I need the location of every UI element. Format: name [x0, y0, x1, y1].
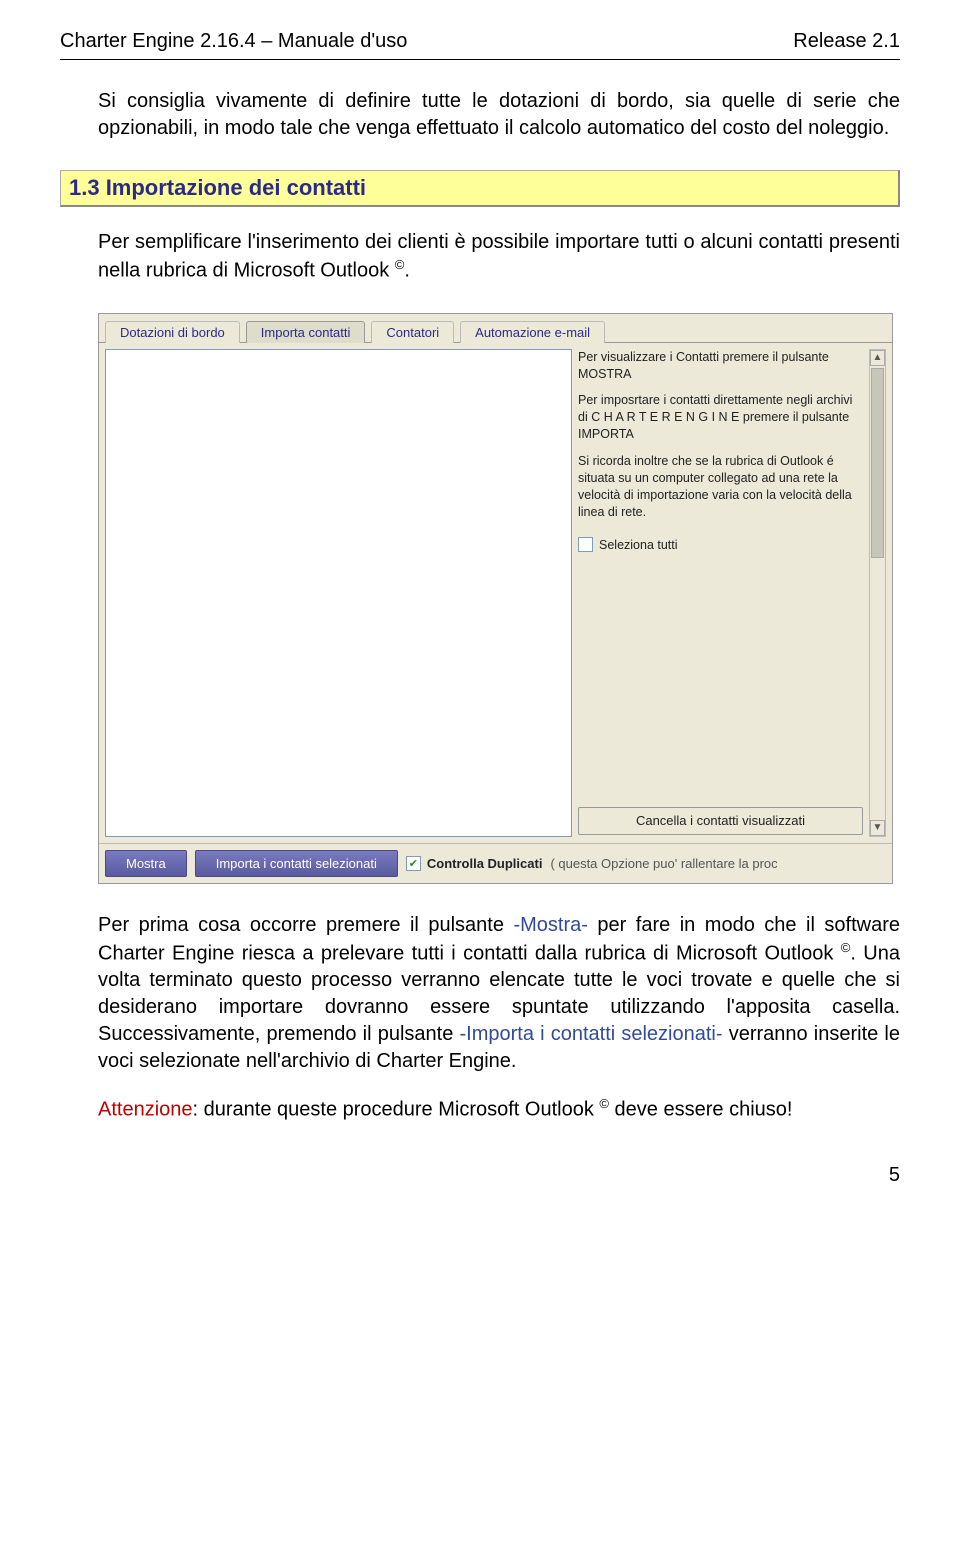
- select-all-checkbox[interactable]: [578, 537, 593, 552]
- tab-dotazioni[interactable]: Dotazioni di bordo: [105, 321, 240, 343]
- scroll-up-icon[interactable]: ▲: [870, 350, 885, 366]
- header-underline: [60, 59, 900, 60]
- section-para-post: .: [404, 260, 410, 282]
- mostra-button[interactable]: Mostra: [105, 850, 187, 877]
- tabs-row: Dotazioni di bordo Importa contatti Cont…: [99, 314, 892, 343]
- warning-post: deve essere chiuso!: [609, 1099, 792, 1121]
- warning-pre: : durante queste procedure Microsoft Out…: [193, 1099, 600, 1121]
- side-panel: Per visualizzare i Contatti premere il p…: [578, 349, 863, 837]
- side-text-3: Si ricorda inoltre che se la rubrica di …: [578, 453, 863, 521]
- section-paragraph: Per semplificare l'inserimento dei clien…: [98, 229, 900, 285]
- importa-selezionati-button[interactable]: Importa i contatti selezionati: [195, 850, 398, 877]
- tab-contatori[interactable]: Contatori: [371, 321, 454, 343]
- importa-highlight: -Importa i contatti selezionati-: [460, 1023, 723, 1045]
- tab-automazione-email[interactable]: Automazione e-mail: [460, 321, 605, 343]
- scroll-thumb[interactable]: [871, 368, 884, 558]
- screenshot-body: Per visualizzare i Contatti premere il p…: [99, 343, 892, 843]
- page-number: 5: [60, 1164, 900, 1187]
- side-text-1: Per visualizzare i Contatti premere il p…: [578, 349, 863, 383]
- duplicati-checkbox[interactable]: ✔: [406, 856, 421, 871]
- header-left: Charter Engine 2.16.4 – Manuale d'uso: [60, 30, 407, 53]
- page-header: Charter Engine 2.16.4 – Manuale d'uso Re…: [60, 30, 900, 53]
- select-all-label: Seleziona tutti: [599, 537, 678, 554]
- screenshot-footer: Mostra Importa i contatti selezionati ✔ …: [99, 843, 892, 883]
- tab-importa-contatti[interactable]: Importa contatti: [246, 321, 366, 343]
- intro-paragraph: Si consiglia vivamente di definire tutte…: [98, 88, 900, 142]
- copyright-sup-2: ©: [841, 940, 851, 955]
- side-text-2: Per imposrtare i contatti direttamente n…: [578, 392, 863, 443]
- cancel-visualized-button[interactable]: Cancella i contatti visualizzati: [578, 807, 863, 835]
- copyright-sup: ©: [395, 257, 405, 272]
- page-container: Charter Engine 2.16.4 – Manuale d'uso Re…: [0, 0, 960, 1227]
- scroll-down-icon[interactable]: ▼: [870, 820, 885, 836]
- mostra-highlight: -Mostra-: [513, 914, 587, 936]
- duplicati-row: ✔ Controlla Duplicati: [406, 850, 543, 877]
- explanation-paragraph: Per prima cosa occorre premere il pulsan…: [98, 912, 900, 1076]
- header-right: Release 2.1: [793, 30, 900, 53]
- p2-pre: Per prima cosa occorre premere il pulsan…: [98, 914, 513, 936]
- warning-label: Attenzione: [98, 1099, 193, 1121]
- duplicati-note: ( questa Opzione puo' rallentare la proc: [550, 850, 777, 877]
- copyright-sup-3: ©: [599, 1096, 609, 1111]
- vertical-scrollbar[interactable]: ▲ ▼: [869, 349, 886, 837]
- app-screenshot: Dotazioni di bordo Importa contatti Cont…: [98, 313, 893, 884]
- select-all-row: Seleziona tutti: [578, 537, 863, 554]
- section-para-pre: Per semplificare l'inserimento dei clien…: [98, 231, 900, 282]
- contacts-list-panel[interactable]: [105, 349, 572, 837]
- warning-paragraph: Attenzione: durante queste procedure Mic…: [98, 1095, 900, 1124]
- section-heading: 1.3 Importazione dei contatti: [60, 170, 900, 207]
- duplicati-label: Controlla Duplicati: [427, 856, 543, 871]
